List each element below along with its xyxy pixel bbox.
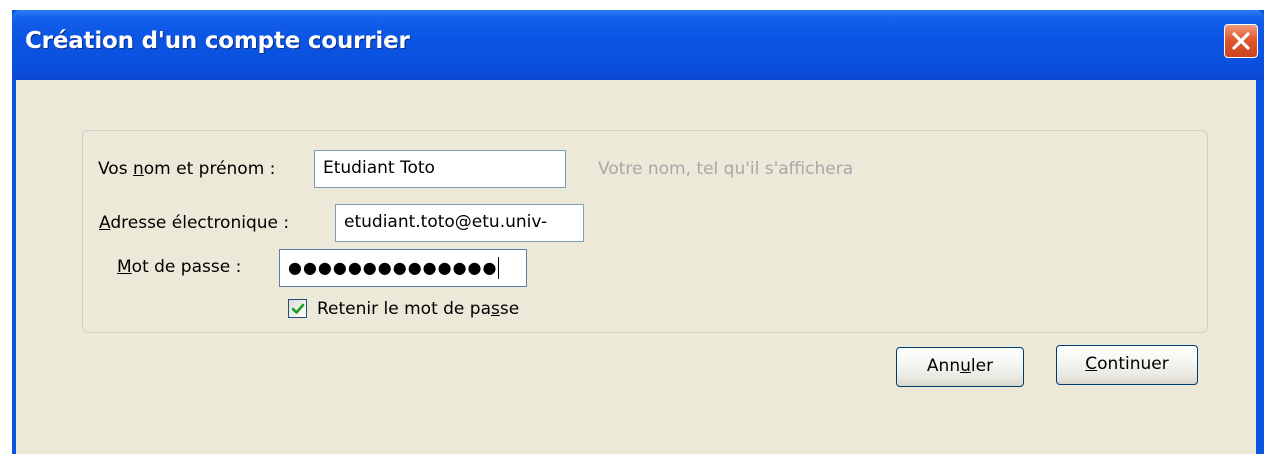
account-form-group: Vos nom et prénom : Etudiant Toto Votre … — [82, 130, 1208, 333]
name-hint: Votre nom, tel qu'il s'affichera — [598, 159, 854, 179]
email-label: Adresse électronique : — [99, 213, 290, 233]
name-label: Vos nom et prénom : — [98, 159, 276, 179]
email-input[interactable]: etudiant.toto@etu.univ- — [335, 204, 584, 242]
remember-password-label[interactable]: Retenir le mot de passe — [317, 299, 519, 319]
name-input[interactable]: Etudiant Toto — [314, 150, 566, 188]
dialog-title: Création d'un compte courrier — [25, 28, 410, 54]
title-bar[interactable]: Création d'un compte courrier — [12, 10, 1264, 80]
remember-password-checkbox[interactable] — [288, 299, 307, 318]
close-button[interactable] — [1224, 24, 1258, 58]
background-window-edge — [0, 0, 12, 454]
password-input[interactable]: ●●●●●●●●●●●●●● — [279, 249, 527, 287]
password-label: Mot de passe : — [117, 257, 242, 277]
continue-button[interactable]: Continuer — [1056, 345, 1198, 385]
checkmark-icon — [291, 303, 305, 314]
dialog-body: Vos nom et prénom : Etudiant Toto Votre … — [16, 80, 1256, 454]
text-cursor — [498, 257, 500, 279]
cancel-button[interactable]: Annuler — [896, 347, 1024, 387]
close-icon — [1232, 32, 1250, 50]
account-creation-dialog: Création d'un compte courrier Vos nom et… — [12, 10, 1264, 454]
